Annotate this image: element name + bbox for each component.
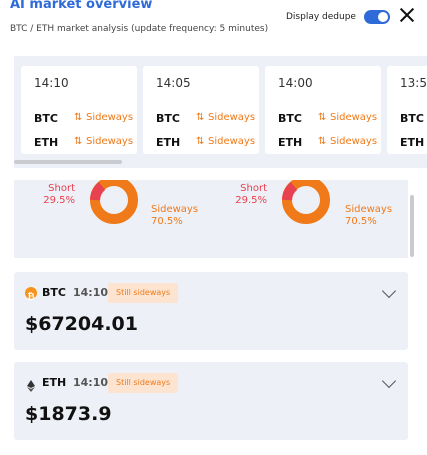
timeline-signal: ⇅ Sideways <box>318 136 378 147</box>
bitcoin-icon: ₿ <box>25 287 37 303</box>
sideways-arrows-icon: ⇅ <box>318 112 327 123</box>
timeline-time: 14:05 <box>156 76 191 90</box>
vertical-scrollbar[interactable] <box>410 195 414 257</box>
timeline-time: 14:00 <box>278 76 313 90</box>
dedupe-toggle[interactable] <box>364 10 390 24</box>
timeline-coin: BTC <box>34 112 58 125</box>
timeline-time: 13:5 <box>400 76 427 90</box>
sideways-arrows-icon: ⇅ <box>196 112 205 123</box>
timeline-strip[interactable]: 14:10 BTC ⇅ Sideways ETH ⇅ Sideways 14:05 … <box>14 56 427 168</box>
timeline-card[interactable]: 14:05 BTC ⇅ Sideways ETH ⇅ Sideways <box>143 66 259 154</box>
timeline-card[interactable]: 13:5 BTC ETH <box>387 66 427 154</box>
timeline-signal: ⇅ Sideways <box>74 112 134 123</box>
page-subtitle: BTC / ETH market analysis (update freque… <box>10 24 269 34</box>
ethereum-icon <box>25 377 37 392</box>
chevron-down-icon[interactable] <box>381 283 397 299</box>
timeline-coin: BTC <box>278 112 302 125</box>
status-badge: Still sideways <box>108 373 179 393</box>
price-card-btc[interactable]: ₿ BTC 14:10 Still sideways $67204.01 <box>14 272 408 350</box>
timeline-time: 14:10 <box>34 76 69 90</box>
coin-name: BTC <box>42 286 66 299</box>
donut-short-label: Short 29.5% <box>235 183 267 206</box>
sideways-arrows-icon: ⇅ <box>318 136 327 147</box>
horizontal-scrollbar[interactable] <box>14 160 122 164</box>
timeline-coin: ETH <box>156 136 181 149</box>
toggle-knob <box>378 12 388 22</box>
timeline-card[interactable]: 14:10 BTC ⇅ Sideways ETH ⇅ Sideways <box>21 66 137 154</box>
timeline-signal: ⇅ Sideways <box>196 112 256 123</box>
timeline-coin: BTC <box>156 112 180 125</box>
donut-sideways-label: Sideways 70.5% <box>151 204 199 227</box>
svg-text:₿: ₿ <box>27 292 34 303</box>
close-icon[interactable] <box>398 6 416 24</box>
price-card-eth[interactable]: ETH 14:10 Still sideways $1873.9 <box>14 362 408 440</box>
coin-time: 14:10 <box>73 376 109 389</box>
coin-time: 14:10 <box>73 286 109 299</box>
donut-short-arc <box>90 182 106 201</box>
timeline-coin: ETH <box>400 136 425 149</box>
donut-chart-2 <box>282 180 330 224</box>
timeline-coin: BTC <box>400 112 424 125</box>
timeline-card[interactable]: 14:00 BTC ⇅ Sideways ETH ⇅ Sideways <box>265 66 381 154</box>
donut-short-arc <box>282 182 298 201</box>
timeline-coin: ETH <box>278 136 303 149</box>
coin-price: $1873.9 <box>25 403 112 425</box>
sideways-arrows-icon: ⇅ <box>196 136 205 147</box>
timeline-coin: ETH <box>34 136 59 149</box>
donut-chart-1 <box>90 180 138 224</box>
chevron-down-icon[interactable] <box>381 373 397 389</box>
timeline-signal: ⇅ Sideways <box>196 136 256 147</box>
dedupe-label: Display dedupe <box>286 12 356 22</box>
donut-charts-area: Short 29.5% Sideways 70.5% Short 29.5% Side… <box>14 180 408 258</box>
sideways-arrows-icon: ⇅ <box>74 136 83 147</box>
coin-price: $67204.01 <box>25 313 138 335</box>
donut-short-label: Short 29.5% <box>43 183 75 206</box>
sideways-arrows-icon: ⇅ <box>74 112 83 123</box>
page-title: AI market overview <box>10 0 153 12</box>
donut-sideways-label: Sideways 70.5% <box>345 204 393 227</box>
timeline-signal: ⇅ Sideways <box>74 136 134 147</box>
coin-name: ETH <box>42 376 67 389</box>
header: AI market overview BTC / ETH market anal… <box>0 0 427 44</box>
timeline-signal: ⇅ Sideways <box>318 112 378 123</box>
status-badge: Still sideways <box>108 283 179 303</box>
